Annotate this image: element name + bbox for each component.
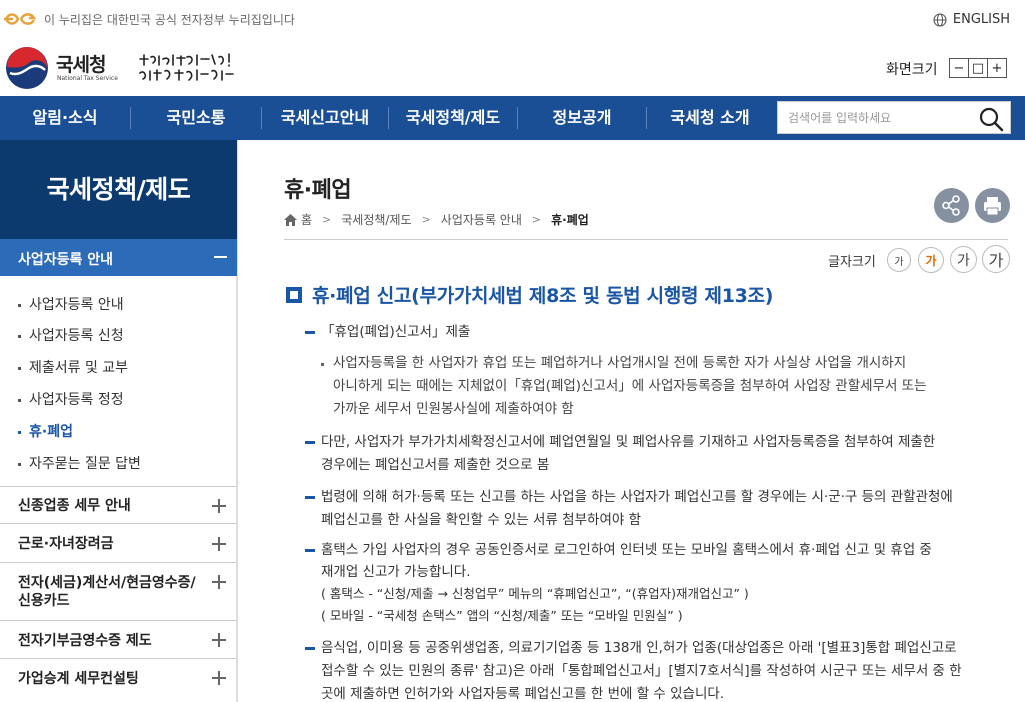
sidebar-menu-e-invoice[interactable]: 전자(세금)계산서/현금영수증/ 신용카드 — [0, 562, 237, 620]
zoom-in-button[interactable]: + — [987, 58, 1007, 78]
egov-logo-icon — [4, 13, 37, 25]
search-input[interactable] — [788, 108, 973, 128]
dash-bullet-icon — [305, 549, 315, 552]
chevron-right-icon: > — [531, 213, 542, 226]
expand-plus-icon — [212, 671, 226, 685]
gnb-item-communication[interactable]: 국민소통 — [131, 96, 261, 140]
sidebar-menu-earned-income[interactable]: 근로·자녀장려금 — [0, 523, 237, 562]
gnb-item-news[interactable]: 알림·소식 — [0, 96, 130, 140]
sidebar-subitem-current[interactable]: 휴·폐업 — [18, 421, 73, 441]
sidebar-menu-e-donation[interactable]: 전자기부금영수증 제도 — [0, 620, 237, 658]
site-header: 국세청 National Tax Service 화면크기 − □ + — [0, 38, 1025, 96]
content-paragraph: 홈택스 가입 사업자의 경우 공동인증서로 로그인하여 인터넷 또는 모바일 홈… — [321, 542, 932, 623]
dash-bullet-icon — [305, 496, 315, 499]
language-label: ENGLISH — [952, 12, 1010, 27]
gov-banner: 이 누리집은 대한민국 공식 전자정부 누리집입니다 ENGLISH — [0, 0, 1025, 38]
content-divider — [237, 140, 238, 702]
dash-bullet-icon — [305, 441, 315, 444]
gnb-item-about[interactable]: 국세청 소개 — [647, 96, 773, 140]
section-heading: 휴·폐업 신고(부가가치세법 제8조 및 동법 시행령 제13조) — [286, 281, 773, 308]
expand-plus-icon — [212, 537, 226, 551]
gnb-item-tax-filing[interactable]: 국세신고안내 — [262, 96, 388, 140]
sidebar-menu-succession[interactable]: 가업승계 세무컨설팅 — [0, 658, 237, 702]
logo-name[interactable]: 국세청 — [56, 50, 106, 77]
gov-banner-text: 이 누리집은 대한민국 공식 전자정부 누리집입니다 — [44, 13, 295, 27]
sidebar-subitem[interactable]: 사업자등록 안내 — [18, 294, 124, 314]
sidebar-subitem[interactable]: 사업자등록 정정 — [18, 389, 124, 409]
sidebar-menu-new-business[interactable]: 신종업종 세무 안내 — [0, 486, 237, 523]
nts-emblem-icon[interactable] — [5, 46, 49, 90]
share-icon — [942, 195, 960, 216]
expand-plus-icon — [212, 499, 226, 513]
content-subparagraph: 사업자등록을 한 사업자가 휴업 또는 폐업하거나 사업개시일 전에 등록한 자… — [333, 355, 927, 417]
sidebar-submenu: 사업자등록 안내 사업자등록 신청 제출서류 및 교부 사업자등록 정정 휴·폐… — [0, 276, 237, 486]
breadcrumb: 홈 > 국세정책/제도 > 사업자등록 안내 > 휴·폐업 — [284, 211, 589, 228]
sidebar-subitem[interactable]: 자주묻는 질문 답변 — [18, 453, 141, 473]
sidebar-title: 국세정책/제도 — [0, 140, 237, 239]
sidebar-subitem[interactable]: 사업자등록 신청 — [18, 325, 124, 345]
sidebar-section-business-registration[interactable]: 사업자등록 안내 — [0, 239, 237, 276]
logo-subtitle: National Tax Service — [57, 75, 118, 82]
fontsize-label: 글자크기 — [828, 255, 876, 270]
fontsize-small-button[interactable]: 가 — [887, 248, 911, 272]
fontsize-xlarge-button[interactable]: 가 — [982, 245, 1010, 273]
breadcrumb-item[interactable]: 사업자등록 안내 — [441, 211, 522, 228]
breadcrumb-current: 휴·폐업 — [551, 213, 589, 227]
globe-icon — [933, 12, 947, 27]
page-title: 휴·폐업 — [284, 178, 352, 203]
zoom-reset-button[interactable]: □ — [968, 58, 988, 78]
content-paragraph: 「휴업(폐업)신고서」제출 — [321, 324, 471, 340]
share-button[interactable] — [934, 188, 969, 223]
zoom-out-button[interactable]: − — [949, 58, 969, 78]
dash-bullet-icon — [305, 331, 315, 334]
gnb-item-disclosure[interactable]: 정보공개 — [518, 96, 646, 140]
dot-bullet-icon — [321, 363, 324, 366]
content-paragraph: 법령에 의해 허가·등록 또는 신고를 하는 사업을 하는 사업자가 폐업신고를… — [321, 489, 953, 528]
sidebar-subitem[interactable]: 제출서류 및 교부 — [18, 357, 128, 377]
collapse-minus-icon — [214, 256, 227, 258]
dash-bullet-icon — [305, 647, 315, 650]
search-icon[interactable] — [978, 106, 1004, 132]
language-switch[interactable]: ENGLISH — [933, 12, 1010, 27]
expand-plus-icon — [212, 633, 226, 647]
search-box — [777, 101, 1011, 134]
zoom-controls: − □ + — [949, 58, 1007, 78]
breadcrumb-home[interactable]: 홈 — [301, 211, 312, 228]
content-paragraph: 다만, 사업자가 부가가치세확정신고서에 폐업연월일 및 폐업사유를 기재하고 … — [321, 434, 936, 473]
fontsize-medium-button[interactable]: 가 — [918, 247, 944, 273]
gnb-item-tax-policy[interactable]: 국세정책/제도 — [389, 96, 517, 140]
expand-plus-icon — [212, 575, 226, 589]
print-button[interactable] — [975, 188, 1010, 223]
title-divider — [284, 239, 1008, 240]
chevron-right-icon: > — [322, 213, 332, 226]
fontsize-large-button[interactable]: 가 — [950, 246, 977, 273]
sidebar-section-label: 사업자등록 안내 — [18, 252, 114, 268]
slogan-handwriting-icon — [139, 53, 234, 81]
zoom-label: 화면크기 — [886, 62, 938, 78]
breadcrumb-item[interactable]: 국세정책/제도 — [341, 211, 411, 228]
home-icon[interactable] — [284, 213, 297, 226]
heading-square-icon — [286, 286, 302, 303]
chevron-right-icon: > — [421, 213, 431, 226]
content-paragraph: 음식업, 이미용 등 공중위생업종, 의료기기업종 등 138개 인,허가 업종… — [321, 640, 962, 702]
print-icon — [984, 197, 1001, 216]
